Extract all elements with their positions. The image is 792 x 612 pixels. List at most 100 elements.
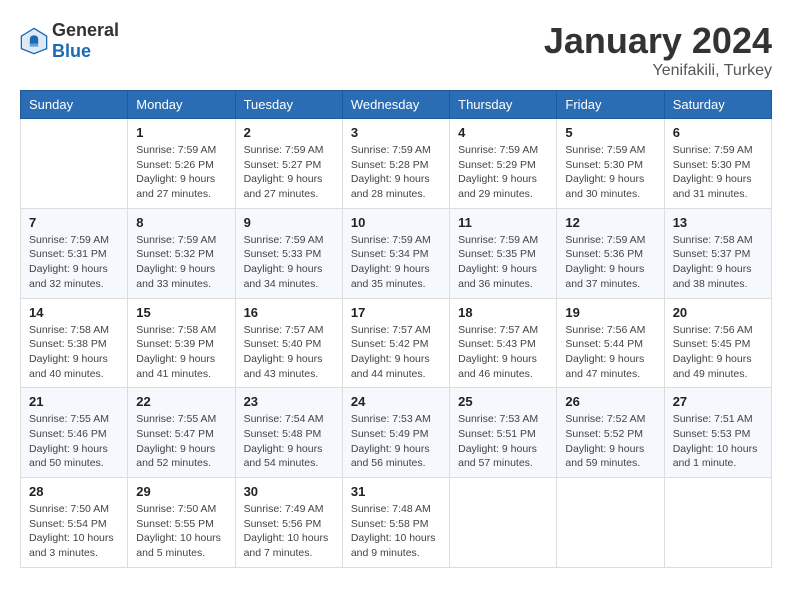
day-number: 26 xyxy=(565,394,655,409)
calendar-cell: 26 Sunrise: 7:52 AMSunset: 5:52 PMDayligh… xyxy=(557,388,664,478)
header-day-tuesday: Tuesday xyxy=(235,91,342,119)
day-info: Sunrise: 7:50 AMSunset: 5:54 PMDaylight:… xyxy=(29,502,119,561)
calendar-cell: 23Sunrise: 7:54 AMSunset: 5:48 PMDayligh… xyxy=(235,388,342,478)
calendar-cell: 20 Sunrise: 7:56 AMSunset: 5:45 PMDayligh… xyxy=(664,298,771,388)
day-info: Sunrise: 7:59 AMSunset: 5:36 PMDaylight:… xyxy=(565,233,655,292)
day-number: 29 xyxy=(136,484,226,499)
day-info: Sunrise: 7:55 AMSunset: 5:47 PMDaylight:… xyxy=(136,412,226,471)
day-number: 17 xyxy=(351,305,441,320)
day-info: Sunrise: 7:56 AMSunset: 5:44 PMDaylight:… xyxy=(565,323,655,382)
day-info: Sunrise: 7:58 AMSunset: 5:38 PMDaylight:… xyxy=(29,323,119,382)
header-day-sunday: Sunday xyxy=(21,91,128,119)
calendar-cell: 28 Sunrise: 7:50 AMSunset: 5:54 PMDayligh… xyxy=(21,478,128,568)
calendar-cell: 13Sunrise: 7:58 AMSunset: 5:37 PMDayligh… xyxy=(664,208,771,298)
calendar-cell: 3 Sunrise: 7:59 AMSunset: 5:28 PMDaylight… xyxy=(342,119,449,209)
day-number: 19 xyxy=(565,305,655,320)
calendar-cell: 1Sunrise: 7:59 AMSunset: 5:26 PMDaylight… xyxy=(128,119,235,209)
calendar-cell: 5Sunrise: 7:59 AMSunset: 5:30 PMDaylight… xyxy=(557,119,664,209)
title-block: January 2024 Yenifakili, Turkey xyxy=(544,20,772,80)
week-row-3: 14 Sunrise: 7:58 AMSunset: 5:38 PMDayligh… xyxy=(21,298,772,388)
calendar-cell: 10 Sunrise: 7:59 AMSunset: 5:34 PMDayligh… xyxy=(342,208,449,298)
day-number: 16 xyxy=(244,305,334,320)
day-info: Sunrise: 7:59 AMSunset: 5:31 PMDaylight:… xyxy=(29,233,119,292)
subtitle: Yenifakili, Turkey xyxy=(544,62,772,80)
calendar-cell: 17 Sunrise: 7:57 AMSunset: 5:42 PMDayligh… xyxy=(342,298,449,388)
day-info: Sunrise: 7:52 AMSunset: 5:52 PMDaylight:… xyxy=(565,412,655,471)
calendar-cell: 7 Sunrise: 7:59 AMSunset: 5:31 PMDaylight… xyxy=(21,208,128,298)
calendar-cell: 9 Sunrise: 7:59 AMSunset: 5:33 PMDaylight… xyxy=(235,208,342,298)
week-row-1: 1Sunrise: 7:59 AMSunset: 5:26 PMDaylight… xyxy=(21,119,772,209)
calendar-cell xyxy=(557,478,664,568)
logo-text: General Blue xyxy=(52,20,119,62)
calendar-cell: 4 Sunrise: 7:59 AMSunset: 5:29 PMDaylight… xyxy=(450,119,557,209)
logo-blue: Blue xyxy=(52,41,91,61)
day-number: 20 xyxy=(673,305,763,320)
day-number: 31 xyxy=(351,484,441,499)
header-day-saturday: Saturday xyxy=(664,91,771,119)
day-number: 1 xyxy=(136,125,226,140)
day-number: 15 xyxy=(136,305,226,320)
day-info: Sunrise: 7:55 AMSunset: 5:46 PMDaylight:… xyxy=(29,412,119,471)
calendar-cell: 16Sunrise: 7:57 AMSunset: 5:40 PMDayligh… xyxy=(235,298,342,388)
day-info: Sunrise: 7:58 AMSunset: 5:39 PMDaylight:… xyxy=(136,323,226,382)
logo-general: General xyxy=(52,20,119,40)
day-info: Sunrise: 7:54 AMSunset: 5:48 PMDaylight:… xyxy=(244,412,334,471)
day-info: Sunrise: 7:49 AMSunset: 5:56 PMDaylight:… xyxy=(244,502,334,561)
calendar-cell: 27Sunrise: 7:51 AMSunset: 5:53 PMDayligh… xyxy=(664,388,771,478)
day-info: Sunrise: 7:59 AMSunset: 5:27 PMDaylight:… xyxy=(244,143,334,202)
calendar-cell: 24 Sunrise: 7:53 AMSunset: 5:49 PMDayligh… xyxy=(342,388,449,478)
day-number: 6 xyxy=(673,125,763,140)
day-number: 7 xyxy=(29,215,119,230)
calendar-cell: 21 Sunrise: 7:55 AMSunset: 5:46 PMDayligh… xyxy=(21,388,128,478)
calendar-cell: 25 Sunrise: 7:53 AMSunset: 5:51 PMDayligh… xyxy=(450,388,557,478)
day-info: Sunrise: 7:59 AMSunset: 5:30 PMDaylight:… xyxy=(673,143,763,202)
logo-icon xyxy=(20,27,48,55)
day-number: 27 xyxy=(673,394,763,409)
day-info: Sunrise: 7:53 AMSunset: 5:51 PMDaylight:… xyxy=(458,412,548,471)
day-number: 30 xyxy=(244,484,334,499)
header-row: SundayMondayTuesdayWednesdayThursdayFrid… xyxy=(21,91,772,119)
day-number: 3 xyxy=(351,125,441,140)
day-info: Sunrise: 7:59 AMSunset: 5:29 PMDaylight:… xyxy=(458,143,548,202)
calendar-cell: 2 Sunrise: 7:59 AMSunset: 5:27 PMDaylight… xyxy=(235,119,342,209)
day-number: 2 xyxy=(244,125,334,140)
day-info: Sunrise: 7:59 AMSunset: 5:28 PMDaylight:… xyxy=(351,143,441,202)
day-info: Sunrise: 7:59 AMSunset: 5:35 PMDaylight:… xyxy=(458,233,548,292)
day-number: 12 xyxy=(565,215,655,230)
day-number: 14 xyxy=(29,305,119,320)
day-info: Sunrise: 7:50 AMSunset: 5:55 PMDaylight:… xyxy=(136,502,226,561)
day-info: Sunrise: 7:57 AMSunset: 5:43 PMDaylight:… xyxy=(458,323,548,382)
logo: General Blue xyxy=(20,20,119,62)
day-number: 28 xyxy=(29,484,119,499)
day-number: 11 xyxy=(458,215,548,230)
calendar-cell: 18Sunrise: 7:57 AMSunset: 5:43 PMDayligh… xyxy=(450,298,557,388)
main-title: January 2024 xyxy=(544,20,772,62)
day-number: 4 xyxy=(458,125,548,140)
page-header: General Blue January 2024 Yenifakili, Tu… xyxy=(20,20,772,80)
header-day-friday: Friday xyxy=(557,91,664,119)
calendar-cell: 22 Sunrise: 7:55 AMSunset: 5:47 PMDayligh… xyxy=(128,388,235,478)
calendar-cell: 6 Sunrise: 7:59 AMSunset: 5:30 PMDaylight… xyxy=(664,119,771,209)
calendar-cell: 29 Sunrise: 7:50 AMSunset: 5:55 PMDayligh… xyxy=(128,478,235,568)
day-info: Sunrise: 7:56 AMSunset: 5:45 PMDaylight:… xyxy=(673,323,763,382)
day-number: 9 xyxy=(244,215,334,230)
day-info: Sunrise: 7:53 AMSunset: 5:49 PMDaylight:… xyxy=(351,412,441,471)
day-info: Sunrise: 7:59 AMSunset: 5:33 PMDaylight:… xyxy=(244,233,334,292)
day-info: Sunrise: 7:58 AMSunset: 5:37 PMDaylight:… xyxy=(673,233,763,292)
calendar-cell: 31 Sunrise: 7:48 AMSunset: 5:58 PMDayligh… xyxy=(342,478,449,568)
calendar-cell: 8 Sunrise: 7:59 AMSunset: 5:32 PMDaylight… xyxy=(128,208,235,298)
day-info: Sunrise: 7:59 AMSunset: 5:34 PMDaylight:… xyxy=(351,233,441,292)
day-number: 22 xyxy=(136,394,226,409)
calendar-cell: 15 Sunrise: 7:58 AMSunset: 5:39 PMDayligh… xyxy=(128,298,235,388)
day-number: 21 xyxy=(29,394,119,409)
day-number: 25 xyxy=(458,394,548,409)
day-number: 10 xyxy=(351,215,441,230)
calendar-cell xyxy=(21,119,128,209)
day-number: 24 xyxy=(351,394,441,409)
calendar-cell: 19 Sunrise: 7:56 AMSunset: 5:44 PMDayligh… xyxy=(557,298,664,388)
day-info: Sunrise: 7:48 AMSunset: 5:58 PMDaylight:… xyxy=(351,502,441,561)
day-number: 8 xyxy=(136,215,226,230)
day-info: Sunrise: 7:59 AMSunset: 5:32 PMDaylight:… xyxy=(136,233,226,292)
calendar-cell xyxy=(450,478,557,568)
day-info: Sunrise: 7:57 AMSunset: 5:42 PMDaylight:… xyxy=(351,323,441,382)
